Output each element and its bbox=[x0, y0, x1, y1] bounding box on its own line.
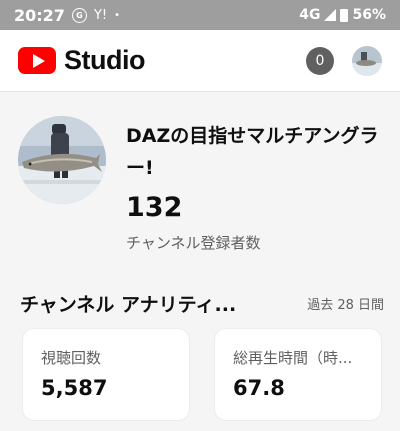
dot-icon: • bbox=[114, 9, 120, 21]
notification-circle-icon: G bbox=[71, 7, 87, 23]
status-left: 20:27 G Y! • bbox=[14, 6, 120, 25]
channel-avatar[interactable] bbox=[18, 116, 106, 204]
notifications-button[interactable]: 0 bbox=[306, 46, 334, 75]
watch-time-card[interactable]: 総再生時間（時... 67.8 bbox=[214, 328, 382, 421]
watch-time-label: 総再生時間（時... bbox=[233, 349, 353, 367]
network-type: 4G bbox=[299, 7, 321, 23]
watch-time-value: 67.8 bbox=[233, 376, 285, 400]
subscriber-label: チャンネル登録者数 bbox=[126, 234, 261, 252]
status-time: 20:27 bbox=[14, 5, 65, 25]
views-value: 5,587 bbox=[41, 376, 108, 400]
analytics-period: 過去 28 日間 bbox=[307, 297, 384, 313]
channel-section: DAZの目指せマルチアングラー! 132 チャンネル登録者数 bbox=[0, 92, 400, 270]
status-right: 4G 56% bbox=[299, 7, 386, 23]
app-header: Studio 0 bbox=[0, 30, 400, 92]
youtube-play-icon bbox=[18, 47, 56, 74]
analytics-title[interactable]: チャンネル アナリティ... bbox=[20, 290, 236, 317]
views-label: 視聴回数 bbox=[41, 349, 102, 367]
signal-icon bbox=[324, 9, 337, 21]
battery-icon bbox=[340, 8, 349, 22]
y-icon: Y! bbox=[93, 7, 108, 23]
channel-avatar-image bbox=[18, 116, 106, 204]
channel-name: DAZの目指せマルチアングラー! bbox=[126, 125, 379, 179]
battery-level: 56% bbox=[352, 7, 386, 23]
analytics-cards: 視聴回数 5,587 総再生時間（時... 67.8 bbox=[22, 328, 382, 421]
studio-logo[interactable]: Studio bbox=[18, 45, 145, 76]
views-card[interactable]: 視聴回数 5,587 bbox=[22, 328, 190, 421]
header-actions: 0 bbox=[306, 45, 382, 76]
status-bar: 20:27 G Y! • 4G 56% bbox=[0, 0, 400, 30]
account-avatar-image bbox=[352, 45, 382, 76]
analytics-header: チャンネル アナリティ... 過去 28 日間 bbox=[0, 285, 400, 321]
account-avatar[interactable] bbox=[352, 45, 382, 76]
subscriber-count: 132 bbox=[126, 192, 183, 223]
logo-text: Studio bbox=[64, 45, 145, 75]
